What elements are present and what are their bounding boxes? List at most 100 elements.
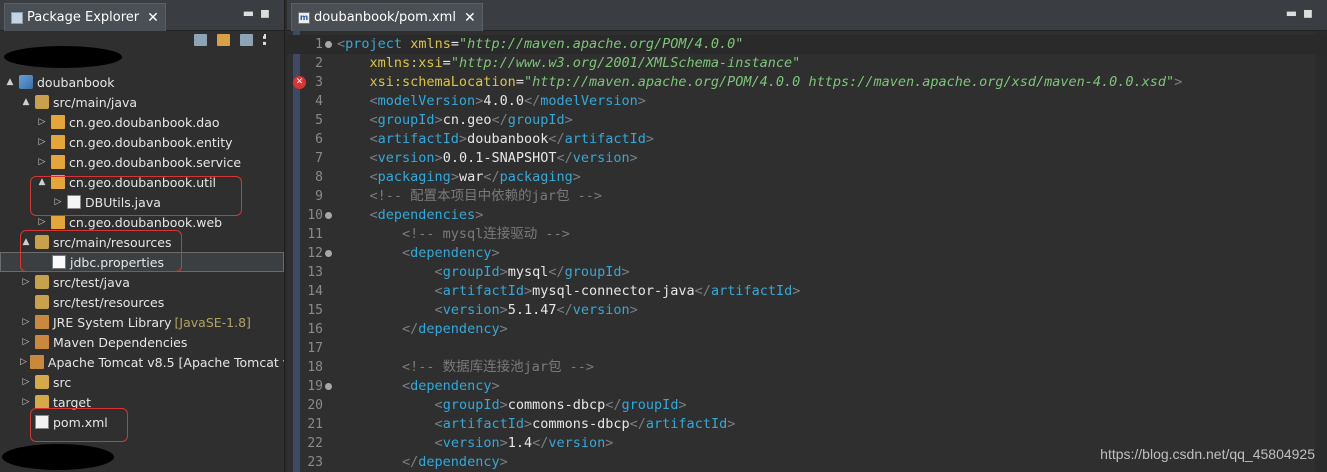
collapsed-arrow-icon[interactable]: ▷ bbox=[20, 377, 32, 387]
code-line[interactable]: ✕ 3 xsi:schemaLocation="http://maven.apac… bbox=[287, 73, 1327, 92]
link-with-editor-icon[interactable] bbox=[217, 34, 230, 46]
code-token: > bbox=[678, 397, 687, 413]
tree-project-doubanbook[interactable]: ▲proj doubanbook bbox=[0, 72, 284, 92]
collapsed-arrow-icon[interactable]: ▷ bbox=[20, 357, 27, 367]
code-token: groupId bbox=[442, 397, 500, 413]
code-line[interactable]: 13 <groupId>mysql</groupId> bbox=[287, 263, 1327, 282]
code-line[interactable]: 8 <packaging>war</packaging> bbox=[287, 168, 1327, 187]
editor-window-controls[interactable]: ▬◼ bbox=[1286, 6, 1319, 20]
code-token: packaging bbox=[499, 169, 573, 185]
code-token: </ bbox=[402, 321, 419, 337]
code-token: > bbox=[572, 169, 581, 185]
code-text: <packaging>war</packaging> bbox=[337, 168, 581, 187]
code-token: > bbox=[499, 397, 508, 413]
collapsed-arrow-icon[interactable]: ▷ bbox=[36, 117, 48, 127]
focus-icon[interactable] bbox=[240, 34, 253, 46]
tree-item-label: Apache Tomcat v8.5 [Apache Tomcat v bbox=[47, 354, 284, 370]
code-line[interactable]: 21 <artifactId>commons-dbcp</artifactId> bbox=[287, 415, 1327, 434]
collapsed-arrow-icon[interactable]: ▷ bbox=[20, 317, 32, 327]
code-token: artifactId bbox=[377, 131, 459, 147]
tree-tomcat[interactable]: ▷libApache Tomcat v8.5 [Apache Tomcat v bbox=[0, 352, 284, 372]
code-line[interactable]: 16 </dependency> bbox=[287, 320, 1327, 339]
collapsed-arrow-icon[interactable]: ▷ bbox=[20, 277, 32, 287]
tree-item-label: src/test/java bbox=[53, 274, 130, 290]
code-text: <dependencies> bbox=[337, 206, 484, 225]
expanded-arrow-icon[interactable]: ▲ bbox=[4, 77, 16, 87]
code-line[interactable]: 18 <!-- 数据库连接池jar包 --> bbox=[287, 358, 1327, 377]
code-token: > bbox=[491, 245, 500, 261]
tree-jre-library[interactable]: ▷lib JRE System Library[JavaSE-1.8] bbox=[0, 312, 284, 332]
code-token: < bbox=[337, 36, 346, 52]
code-token: 0.0.1-SNAPSHOT bbox=[442, 150, 557, 166]
tree-src-main-java[interactable]: ▲srcf src/main/java bbox=[0, 92, 284, 112]
fold-toggle-icon[interactable] bbox=[325, 41, 332, 48]
fold-toggle-icon[interactable] bbox=[325, 212, 332, 219]
maximize-icon[interactable]: ◼ bbox=[1303, 6, 1319, 20]
code-token: groupId bbox=[377, 112, 435, 128]
minimize-icon[interactable]: ▬ bbox=[243, 6, 260, 20]
code-token: < bbox=[369, 131, 378, 147]
fold-toggle-icon[interactable] bbox=[325, 383, 332, 390]
package-explorer-view: Package Explorer ✕ ▬◼ ▲projdoubanbook▲sr… bbox=[0, 0, 285, 472]
collapsed-arrow-icon[interactable]: ▷ bbox=[36, 217, 48, 227]
code-line[interactable]: 19 <dependency> bbox=[287, 377, 1327, 396]
tree-maven-deps[interactable]: ▷lib Maven Dependencies bbox=[0, 332, 284, 352]
code-token: > bbox=[491, 378, 500, 394]
code-token: </ bbox=[483, 169, 500, 185]
expanded-arrow-icon[interactable]: ▲ bbox=[20, 97, 32, 107]
collapse-all-icon[interactable] bbox=[194, 34, 207, 46]
code-line[interactable]: 12 <dependency> bbox=[287, 244, 1327, 263]
code-token: commons-dbcp bbox=[507, 397, 606, 413]
code-line[interactable]: 6 <artifactId>doubanbook</artifactId> bbox=[287, 130, 1327, 149]
close-icon[interactable]: ✕ bbox=[464, 10, 476, 26]
collapsed-arrow-icon[interactable]: ▷ bbox=[36, 157, 48, 167]
code-line[interactable]: 15 <version>5.1.47</version> bbox=[287, 301, 1327, 320]
code-line[interactable]: 11 <!-- mysql连接驱动 --> bbox=[287, 225, 1327, 244]
code-line[interactable]: 10 <dependencies> bbox=[287, 206, 1327, 225]
code-line[interactable]: 4 <modelVersion>4.0.0</modelVersion> bbox=[287, 92, 1327, 111]
code-text: <modelVersion>4.0.0</modelVersion> bbox=[337, 92, 646, 111]
code-token: > bbox=[434, 112, 443, 128]
close-icon[interactable]: ✕ bbox=[147, 10, 159, 26]
code-line[interactable]: 17 bbox=[287, 339, 1327, 358]
tree-src-test-java[interactable]: ▷srcf src/test/java bbox=[0, 272, 284, 292]
code-token: xmlns bbox=[410, 36, 451, 52]
code-text: </dependency> bbox=[337, 320, 508, 339]
tree-folder-src[interactable]: ▷folder src bbox=[0, 372, 284, 392]
collapsed-arrow-icon[interactable]: ▷ bbox=[36, 137, 48, 147]
tree-pkg-dao[interactable]: ▷pkg cn.geo.doubanbook.dao bbox=[0, 112, 284, 132]
tree-item-label: doubanbook bbox=[37, 74, 115, 90]
tree-src-test-resources[interactable]: srcf src/test/resources bbox=[0, 292, 284, 312]
maximize-icon[interactable]: ◼ bbox=[260, 6, 276, 20]
minimize-icon[interactable]: ▬ bbox=[1286, 6, 1303, 20]
code-line[interactable]: 9 <!-- 配置本项目中依赖的jar包 --> bbox=[287, 187, 1327, 206]
line-number: 15 bbox=[307, 303, 323, 318]
tree-pkg-entity[interactable]: ▷pkg cn.geo.doubanbook.entity bbox=[0, 132, 284, 152]
code-token: project bbox=[345, 36, 403, 52]
view-window-controls[interactable]: ▬◼ bbox=[243, 6, 276, 20]
line-number: 3 bbox=[315, 75, 323, 90]
collapsed-arrow-icon[interactable]: ▷ bbox=[20, 337, 32, 347]
fold-toggle-icon[interactable] bbox=[325, 250, 332, 257]
code-token: < bbox=[402, 245, 411, 261]
tab-pom-xml[interactable]: m doubanbook/pom.xml ✕ bbox=[291, 3, 483, 31]
collapsed-arrow-icon[interactable]: ▷ bbox=[20, 397, 32, 407]
tree-pkg-service[interactable]: ▷pkg cn.geo.doubanbook.service bbox=[0, 152, 284, 172]
code-token: artifactId bbox=[645, 416, 728, 432]
xml-source-editor[interactable]: 1 <project xmlns="http://maven.apache.org… bbox=[287, 31, 1327, 472]
view-menu-icon[interactable] bbox=[263, 34, 270, 46]
code-line[interactable]: 1 <project xmlns="http://maven.apache.org… bbox=[287, 35, 1327, 54]
tab-package-explorer[interactable]: Package Explorer ✕ bbox=[4, 3, 166, 31]
code-line[interactable]: 5 <groupId>cn.geo</groupId> bbox=[287, 111, 1327, 130]
watermark: https://blog.csdn.net/qq_45804925 bbox=[1100, 446, 1315, 462]
code-token: </ bbox=[629, 416, 646, 432]
code-line[interactable]: 2 xmlns:xsi="http://www.w3.org/2001/XMLS… bbox=[287, 54, 1327, 73]
line-number: 13 bbox=[307, 265, 323, 280]
code-line[interactable]: 7 <version>0.0.1-SNAPSHOT</version> bbox=[287, 149, 1327, 168]
code-token: = bbox=[442, 55, 451, 71]
code-line[interactable]: 20 <groupId>commons-dbcp</groupId> bbox=[287, 396, 1327, 415]
code-line[interactable]: 14 <artifactId>mysql-connector-java</art… bbox=[287, 282, 1327, 301]
